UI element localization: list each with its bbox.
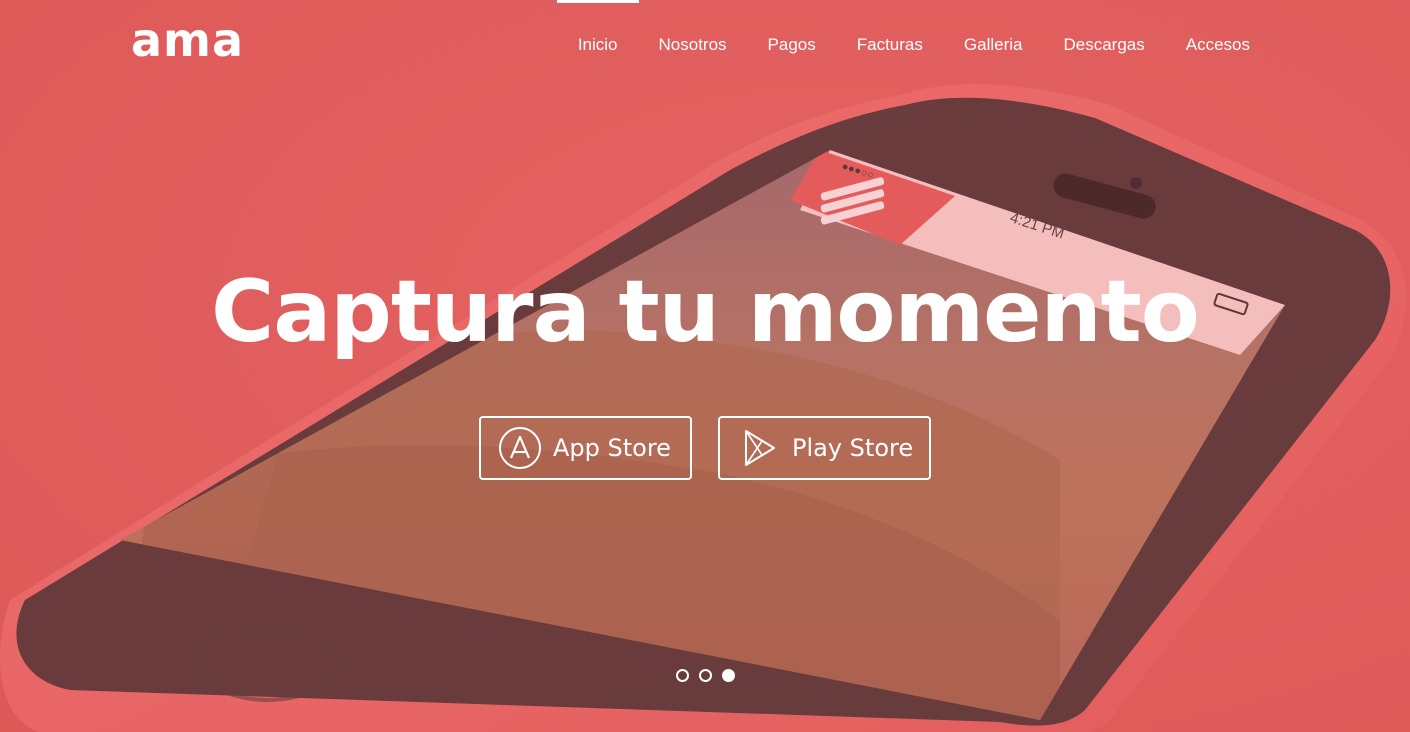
play-store-label: Play Store xyxy=(792,434,914,462)
nav-item-nosotros[interactable]: Nosotros xyxy=(659,0,727,55)
play-store-button[interactable]: Play Store xyxy=(718,416,931,480)
nav-item-galleria[interactable]: Galleria xyxy=(964,0,1023,55)
hero-section: 4:21 PM ●●●○○ ama Inicio Nosotros Pagos … xyxy=(0,0,1410,732)
app-store-label: App Store xyxy=(553,434,671,462)
carousel-dot-3[interactable] xyxy=(721,669,735,682)
carousel-dot-1[interactable] xyxy=(675,669,689,682)
carousel-indicators xyxy=(0,669,1410,682)
nav-item-inicio[interactable]: Inicio xyxy=(556,0,639,55)
download-buttons: App Store Play Store xyxy=(0,416,1410,480)
phone-illustration: 4:21 PM ●●●○○ xyxy=(0,0,1410,732)
nav-item-descargas[interactable]: Descargas xyxy=(1063,0,1144,55)
carousel-dot-2[interactable] xyxy=(698,669,712,682)
nav-item-pagos[interactable]: Pagos xyxy=(768,0,816,55)
app-store-button[interactable]: App Store xyxy=(479,416,692,480)
main-nav: Inicio Nosotros Pagos Facturas Galleria … xyxy=(537,0,1250,90)
hero-headline: Captura tu momento xyxy=(211,262,1200,362)
brand-logo[interactable]: ama xyxy=(131,10,244,70)
nav-item-accesos[interactable]: Accesos xyxy=(1186,0,1250,55)
app-store-icon xyxy=(497,425,543,471)
play-store-icon xyxy=(736,425,782,471)
nav-item-facturas[interactable]: Facturas xyxy=(857,0,923,55)
top-navigation-bar: ama Inicio Nosotros Pagos Facturas Galle… xyxy=(0,0,1410,90)
